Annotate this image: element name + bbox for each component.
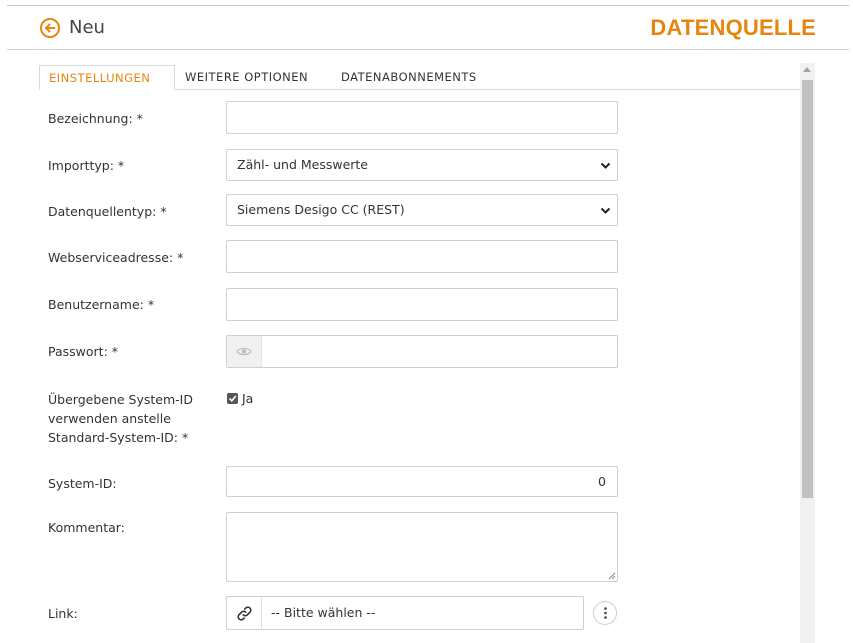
section-title: DATENQUELLE: [650, 15, 816, 40]
eye-icon: [236, 347, 252, 356]
datenquellentyp-select[interactable]: Siemens Desigo CC (REST): [226, 194, 618, 226]
importtyp-value: Zähl- und Messwerte: [237, 157, 368, 172]
benutzername-input[interactable]: [226, 288, 618, 321]
system-id-input[interactable]: 0: [226, 466, 618, 497]
page-header: Neu DATENQUELLE: [0, 6, 853, 50]
more-vertical-icon: [604, 607, 607, 619]
kommentar-label: Kommentar:: [48, 520, 125, 535]
system-id-option-label-line2: verwenden anstelle: [48, 411, 171, 426]
system-id-checkbox[interactable]: [227, 393, 238, 404]
password-toggle[interactable]: [227, 336, 262, 367]
page-title: Neu: [69, 17, 105, 38]
system-id-label: System-ID:: [48, 476, 117, 491]
system-id-option-label: Übergebene System-ID verwenden anstelle …: [48, 390, 193, 447]
link-addon: [227, 597, 262, 629]
scrollbar-thumb[interactable]: [802, 80, 813, 498]
resize-handle-icon[interactable]: [607, 571, 616, 580]
tab-weitere-optionen[interactable]: WEITERE OPTIONEN: [185, 65, 308, 90]
system-id-value: 0: [598, 474, 606, 489]
system-id-option-label-line1: Übergebene System-ID: [48, 392, 193, 407]
tab-einstellungen[interactable]: EINSTELLUNGEN: [39, 65, 175, 90]
link-placeholder: -- Bitte wählen --: [271, 605, 376, 620]
tab-datenabonnements[interactable]: DATENABONNEMENTS: [341, 65, 477, 90]
importtyp-select[interactable]: Zähl- und Messwerte: [226, 149, 618, 181]
chevron-down-icon: [600, 162, 611, 169]
tab-bar: EINSTELLUNGEN WEITERE OPTIONEN DATENABON…: [39, 65, 800, 90]
chevron-down-icon: [600, 207, 611, 214]
scroll-up-arrow-icon[interactable]: [803, 67, 811, 72]
link-more-button[interactable]: [593, 601, 617, 625]
kommentar-textarea[interactable]: [226, 512, 618, 582]
webserviceadresse-label: Webserviceadresse: *: [48, 250, 184, 265]
passwort-label: Passwort: *: [48, 344, 119, 359]
system-id-option-label-line3: Standard-System-ID: *: [48, 430, 189, 445]
bezeichnung-label: Bezeichnung: *: [48, 111, 143, 126]
bezeichnung-input[interactable]: [226, 101, 618, 134]
passwort-input[interactable]: [226, 335, 618, 368]
importtyp-label: Importtyp: *: [48, 158, 125, 173]
link-icon: [237, 606, 252, 621]
header-divider: [7, 49, 849, 50]
arrow-left-circle-icon[interactable]: [39, 17, 61, 39]
datenquellentyp-label: Datenquellentyp: *: [48, 204, 167, 219]
webserviceadresse-input[interactable]: [226, 240, 618, 273]
benutzername-label: Benutzername: *: [48, 297, 155, 312]
check-icon: [228, 395, 237, 402]
link-label: Link:: [48, 606, 78, 621]
link-select[interactable]: -- Bitte wählen --: [226, 596, 584, 630]
datenquellentyp-value: Siemens Desigo CC (REST): [237, 202, 405, 217]
scrollbar[interactable]: [800, 63, 815, 643]
checkbox-label-ja[interactable]: Ja: [242, 389, 253, 408]
